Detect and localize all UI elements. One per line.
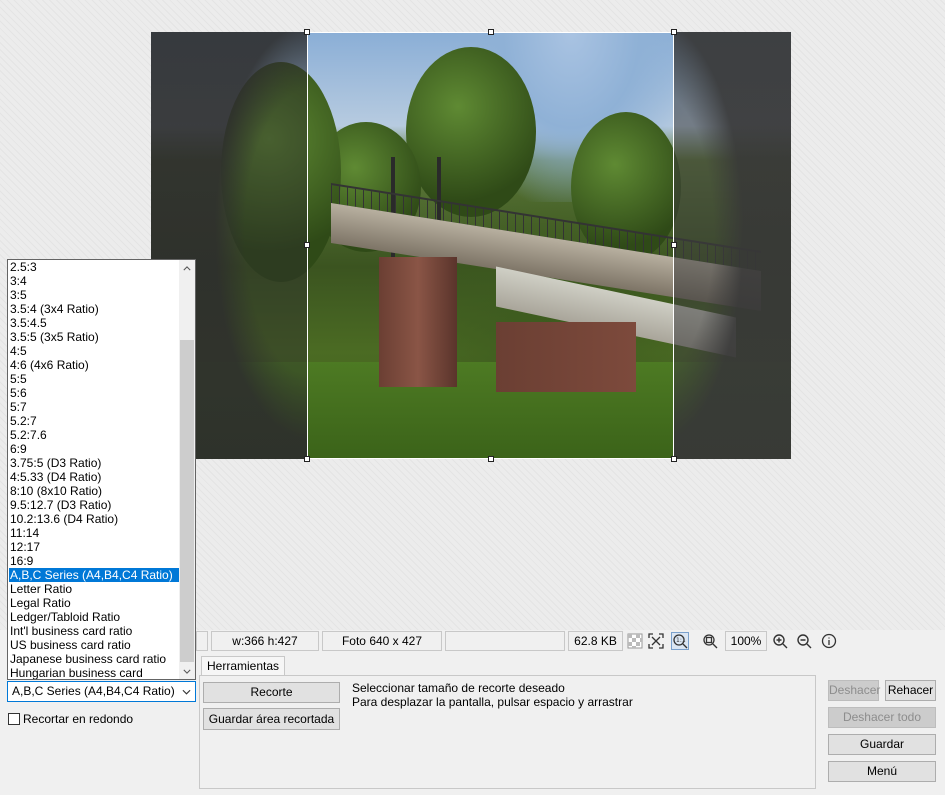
- fit-screen-icon[interactable]: [647, 632, 665, 650]
- status-dimensions: w:366 h:427: [211, 631, 319, 651]
- menu-button[interactable]: Menú: [828, 761, 936, 782]
- svg-text:1:1: 1:1: [676, 637, 686, 644]
- zoom-level[interactable]: 100%: [725, 631, 767, 651]
- tab-tools[interactable]: Herramientas: [201, 656, 286, 676]
- ratio-option[interactable]: 5.2:7.6: [9, 428, 180, 442]
- ratio-option[interactable]: Letter Ratio: [9, 582, 180, 596]
- ratio-option[interactable]: 3.75:5 (D3 Ratio): [9, 456, 180, 470]
- scroll-up-icon[interactable]: [179, 260, 195, 276]
- round-crop-label: Recortar en redondo: [23, 712, 134, 726]
- status-file-size: 62.8 KB: [568, 631, 623, 651]
- ratio-option[interactable]: Hungarian business card: [9, 666, 180, 679]
- crop-handle-right[interactable]: [671, 242, 677, 248]
- save-button[interactable]: Guardar: [828, 734, 936, 755]
- ratio-option[interactable]: Japanese business card ratio: [9, 652, 180, 666]
- scroll-down-icon[interactable]: [179, 663, 195, 679]
- ratio-option[interactable]: US business card ratio: [9, 638, 180, 652]
- ratio-option[interactable]: 3:5: [9, 288, 180, 302]
- crop-handle-left[interactable]: [304, 242, 310, 248]
- ratio-select[interactable]: A,B,C Series (A4,B4,C4 Ratio): [7, 681, 196, 702]
- ratio-option[interactable]: Int'l business card ratio: [9, 624, 180, 638]
- crop-handle-bottom[interactable]: [488, 456, 494, 462]
- crop-shade-right: [673, 32, 791, 459]
- ratio-option[interactable]: 8:10 (8x10 Ratio): [9, 484, 180, 498]
- crop-handle-bottom-right[interactable]: [671, 456, 677, 462]
- crop-hint-secondary: Para desplazar la pantalla, pulsar espac…: [352, 695, 633, 709]
- ratio-option[interactable]: 3.5:5 (3x5 Ratio): [9, 330, 180, 344]
- ratio-option[interactable]: 3.5:4.5: [9, 316, 180, 330]
- ratio-options: 2.5:3 3:4 3:5 3.5:4 (3x4 Ratio) 3.5:4.5 3.5:5…: [9, 260, 180, 679]
- actual-size-icon[interactable]: 1:1: [671, 632, 689, 650]
- info-icon[interactable]: [820, 632, 838, 650]
- ratio-dropdown-list[interactable]: 2.5:3 3:4 3:5 3.5:4 (3x4 Ratio) 3.5:4.5 3.5:5…: [7, 259, 196, 680]
- undo-all-button[interactable]: Deshacer todo: [828, 707, 936, 728]
- crop-hint-primary: Seleccionar tamaño de recorte deseado: [352, 681, 565, 695]
- redo-button[interactable]: Rehacer: [885, 680, 936, 701]
- ratio-option[interactable]: 3.5:4 (3x4 Ratio): [9, 302, 180, 316]
- crop-handle-top[interactable]: [488, 29, 494, 35]
- ratio-option[interactable]: 2.5:3: [9, 260, 180, 274]
- ratio-option[interactable]: 9.5:12.7 (D3 Ratio): [9, 498, 180, 512]
- ratio-select-value: A,B,C Series (A4,B4,C4 Ratio): [12, 684, 175, 698]
- ratio-option[interactable]: 5.2:7: [9, 414, 180, 428]
- crop-handle-top-left[interactable]: [304, 29, 310, 35]
- ratio-option[interactable]: 3:4: [9, 274, 180, 288]
- ratio-option[interactable]: 5:7: [9, 400, 180, 414]
- ratio-option[interactable]: 4:5.33 (D4 Ratio): [9, 470, 180, 484]
- status-field-empty: [445, 631, 565, 651]
- crop-frame[interactable]: [307, 32, 674, 459]
- scrollbar-thumb[interactable]: [180, 340, 194, 662]
- ratio-option[interactable]: 4:6 (4x6 Ratio): [9, 358, 180, 372]
- ratio-option[interactable]: 4:5: [9, 344, 180, 358]
- ratio-option[interactable]: Ledger/Tabloid Ratio: [9, 610, 180, 624]
- status-photo-size: Foto 640 x 427: [322, 631, 442, 651]
- zoom-fit-icon[interactable]: [701, 632, 719, 650]
- round-crop-checkbox[interactable]: [8, 713, 20, 725]
- ratio-option[interactable]: 5:6: [9, 386, 180, 400]
- crop-button[interactable]: Recorte: [203, 682, 340, 703]
- save-crop-area-button[interactable]: Guardar área recortada: [203, 708, 340, 730]
- dropdown-scrollbar[interactable]: [179, 260, 195, 679]
- status-field-empty: [196, 631, 208, 651]
- ratio-option[interactable]: Legal Ratio: [9, 596, 180, 610]
- ratio-option[interactable]: 16:9: [9, 554, 180, 568]
- ratio-option[interactable]: 12:17: [9, 540, 180, 554]
- ratio-option[interactable]: A,B,C Series (A4,B4,C4 Ratio): [9, 568, 180, 582]
- ratio-option[interactable]: 6:9: [9, 442, 180, 456]
- ratio-option[interactable]: 10.2:13.6 (D4 Ratio): [9, 512, 180, 526]
- crop-handle-top-right[interactable]: [671, 29, 677, 35]
- ratio-option[interactable]: 5:5: [9, 372, 180, 386]
- ratio-option[interactable]: 11:14: [9, 526, 180, 540]
- undo-button[interactable]: Deshacer: [828, 680, 880, 701]
- crop-handle-bottom-left[interactable]: [304, 456, 310, 462]
- transparency-icon[interactable]: [626, 632, 644, 650]
- round-crop-option[interactable]: Recortar en redondo: [8, 712, 133, 726]
- zoom-in-icon[interactable]: [771, 632, 789, 650]
- zoom-out-icon[interactable]: [795, 632, 813, 650]
- chevron-down-icon: [180, 682, 192, 701]
